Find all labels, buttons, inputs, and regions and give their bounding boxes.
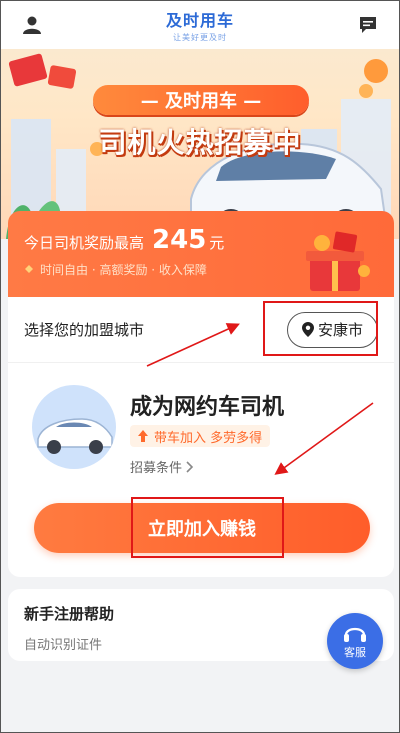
- reward-panel: 今日司机奖励最高 245 元 时间自由 · 高额奖励 · 收入保障: [8, 211, 394, 297]
- help-title: 新手注册帮助: [24, 605, 115, 623]
- message-icon[interactable]: [357, 14, 379, 36]
- app-logo: 及时用车 让美好更及时: [166, 7, 234, 43]
- logo-subtitle: 让美好更及时: [172, 33, 227, 42]
- recruit-conditions-link[interactable]: 招募条件: [130, 457, 194, 476]
- banner-tag: — 及时用车 —: [93, 85, 309, 115]
- user-icon[interactable]: [21, 14, 43, 36]
- gift-box-icon: [306, 231, 370, 291]
- recruit-card: 选择您的加盟城市 安康市 成为网约车司机 带车加入 多劳多得 招募条件 立即加入…: [8, 297, 394, 577]
- customer-service-label: 客服: [344, 646, 366, 659]
- city-select-label: 选择您的加盟城市: [24, 321, 145, 339]
- driver-highlight-chip: 带车加入 多劳多得: [130, 425, 271, 447]
- arrow-up-icon: [138, 430, 148, 442]
- customer-service-button[interactable]: 客服: [327, 613, 383, 669]
- top-bar: 及时用车 让美好更及时: [1, 1, 399, 49]
- help-subtitle: 自动识别证件: [24, 638, 103, 653]
- driver-highlight-text: 带车加入 多劳多得: [154, 430, 263, 446]
- city-select-button[interactable]: 安康市: [286, 311, 378, 348]
- reward-prefix: 今日司机奖励最高: [24, 234, 145, 252]
- reward-benefits: 时间自由 · 高额奖励 · 收入保障: [40, 263, 207, 277]
- diamond-icon: [24, 263, 34, 277]
- conditions-label: 招募条件: [130, 461, 183, 476]
- chevron-right-icon: [186, 460, 194, 473]
- driver-title: 成为网约车司机: [130, 395, 285, 420]
- city-selector-row: 选择您的加盟城市 安康市: [8, 297, 394, 363]
- banner-headline: 司机火热招募中: [98, 126, 302, 159]
- logo-title: 及时用车: [165, 11, 234, 30]
- headset-icon: [344, 627, 366, 642]
- reward-amount: 245: [152, 225, 207, 255]
- reward-unit: 元: [209, 234, 225, 252]
- selected-city: 安康市: [317, 321, 363, 339]
- car-illustration: [32, 385, 116, 469]
- driver-recruit-section: 成为网约车司机 带车加入 多劳多得 招募条件: [30, 385, 370, 476]
- location-pin-icon: [301, 322, 314, 337]
- join-now-button[interactable]: 立即加入赚钱: [34, 503, 370, 553]
